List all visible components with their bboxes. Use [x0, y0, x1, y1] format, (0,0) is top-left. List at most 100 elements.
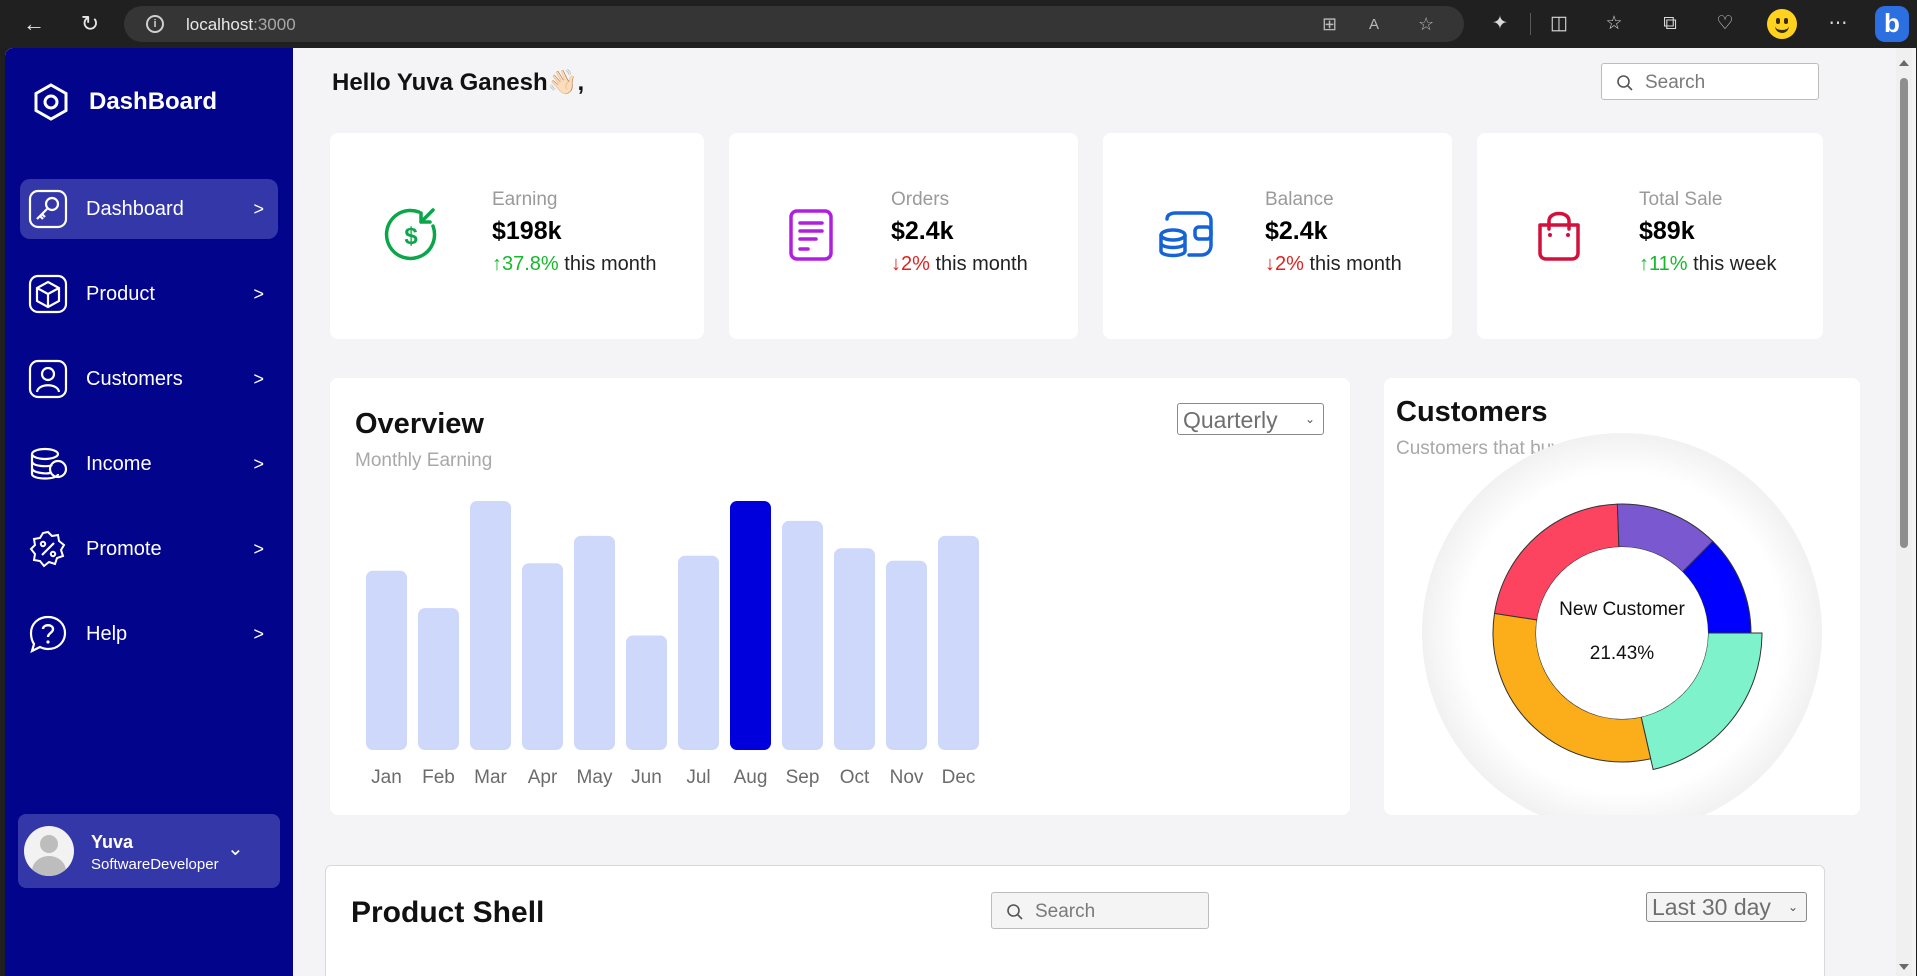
bar-sep[interactable] [782, 520, 823, 750]
stat-delta: ↑11% this week [1639, 253, 1776, 276]
stat-period: this month [1303, 253, 1402, 275]
trend-up-icon: ↑ [1639, 253, 1649, 275]
stat-period: this week [1687, 253, 1777, 275]
greeting-heading: Hello Yuva Ganesh👋🏻, [332, 69, 585, 96]
bar-dec[interactable] [938, 535, 979, 750]
stat-title: Balance [1265, 189, 1334, 210]
monthly-earning-bar-chart: Jan Feb Mar Apr May Jun Jul Aug Sep Oct Nov Dec [366, 501, 979, 788]
back-icon[interactable]: ← [18, 8, 50, 40]
x-tick-label: Mar [474, 767, 507, 788]
collections-icon[interactable]: ⧉ [1656, 10, 1684, 38]
hexagon-logo-icon [34, 83, 68, 121]
favorites-icon[interactable]: ☆ [1600, 10, 1628, 38]
sidebar-item-dashboard[interactable]: Dashboard > [20, 179, 278, 239]
bar-aug[interactable] [730, 501, 771, 750]
donut-center-value: 21.43% [1589, 643, 1655, 664]
reload-icon[interactable]: ↻ [74, 8, 106, 40]
bar-may[interactable] [574, 535, 615, 750]
stat-title: Earning [492, 189, 558, 210]
emoji-smiley-icon[interactable] [1767, 9, 1797, 39]
sidebar-item-label: Customers [86, 367, 183, 390]
scroll-down-icon[interactable] [1899, 964, 1909, 970]
cube-icon [28, 274, 68, 314]
bar-oct[interactable] [834, 548, 875, 750]
bing-copilot-icon[interactable]: b [1875, 6, 1909, 42]
favorite-star-icon[interactable]: ☆ [1418, 14, 1434, 35]
web-page: DashBoard Dashboard > Product > Customer… [5, 48, 1916, 976]
site-info-icon[interactable]: i [146, 15, 164, 33]
svg-text:$: $ [404, 223, 418, 250]
stat-card-earning: $ Earning $198k ↑37.8% this month [330, 133, 704, 339]
x-tick-label: Dec [942, 767, 976, 788]
search-icon [1617, 75, 1633, 91]
x-tick-label: Sep [786, 767, 820, 788]
total-sale-icon-circle [1498, 174, 1620, 296]
date-range-select[interactable]: Last 30 day ⌄ [1646, 892, 1807, 922]
coins-icon [30, 447, 68, 480]
bar-nov[interactable] [886, 560, 927, 750]
product-shell-title: Product Shell [351, 896, 545, 929]
x-tick-label: Jul [686, 767, 710, 788]
scroll-up-icon[interactable] [1899, 60, 1909, 66]
bar-mar[interactable] [470, 501, 511, 750]
x-tick-label: Feb [422, 767, 455, 788]
stat-card-total-sale: Total Sale $89k ↑11% this week [1477, 133, 1823, 339]
stat-period: this month [929, 253, 1028, 275]
bar-jan[interactable] [366, 570, 407, 750]
sidebar-item-label: Income [86, 452, 152, 475]
user-profile-card[interactable]: Yuva SoftwareDeveloper ⌄ [18, 814, 280, 888]
stat-delta: ↓2% this month [891, 253, 1028, 276]
chevron-right-icon: > [253, 283, 264, 304]
browser-toolbar: ← ↻ i localhost:3000 ⊞ A ☆ ✦ ◫ ☆ ⧉ ♡ ⋯ b [0, 0, 1917, 48]
bar-apr[interactable] [522, 563, 563, 750]
bar-jul[interactable] [678, 555, 719, 750]
brand[interactable]: DashBoard [33, 82, 217, 122]
bar-feb[interactable] [418, 608, 459, 750]
product-shell-card: Product Shell Search Last 30 day ⌄ [325, 865, 1825, 976]
toolbar-divider [1530, 13, 1531, 35]
avatar [24, 826, 74, 876]
read-aloud-icon[interactable]: A [1369, 16, 1379, 33]
donut-hole [1536, 547, 1708, 719]
more-menu-icon[interactable]: ⋯ [1824, 10, 1852, 38]
x-tick-label: Aug [734, 767, 768, 788]
sidebar-item-income[interactable]: Income > [20, 434, 278, 494]
sidebar-item-customers[interactable]: Customers > [20, 349, 278, 409]
stat-period: this month [558, 253, 657, 275]
browser-essentials-icon[interactable]: ♡ [1711, 10, 1739, 38]
chevron-right-icon: > [253, 198, 264, 219]
bar-jun[interactable] [626, 635, 667, 750]
dollar-arrow-icon: $ [384, 208, 437, 261]
chevron-down-icon[interactable]: ⌄ [227, 836, 244, 861]
sidebar-item-help[interactable]: Help > [20, 604, 278, 664]
app-available-icon[interactable]: ⊞ [1322, 14, 1337, 35]
x-tick-label: Nov [890, 767, 924, 788]
orders-icon-circle [750, 174, 872, 296]
sidebar: DashBoard Dashboard > Product > Customer… [5, 48, 293, 976]
extensions-icon[interactable]: ✦ [1486, 10, 1514, 38]
customers-donut-chart [1422, 433, 1822, 815]
split-screen-icon[interactable]: ◫ [1545, 10, 1573, 38]
sidebar-item-label: Promote [86, 537, 162, 560]
sidebar-item-promote[interactable]: Promote > [20, 519, 278, 579]
search-input[interactable]: Search [1601, 63, 1819, 100]
product-search-input[interactable]: Search [991, 892, 1209, 929]
date-range-value: Last 30 day [1652, 894, 1771, 920]
trend-down-icon: ↓ [891, 253, 901, 275]
address-bar[interactable]: i localhost:3000 ⊞ A ☆ [124, 6, 1464, 42]
user-icon [28, 359, 68, 399]
stat-value: $2.4k [891, 217, 954, 245]
stat-delta: ↑37.8% this month [492, 253, 657, 276]
stat-change: 11% [1649, 253, 1688, 275]
stat-change: 2% [901, 253, 930, 275]
sidebar-item-label: Product [86, 282, 155, 305]
scrollbar-thumb[interactable] [1900, 78, 1908, 548]
vertical-scrollbar[interactable] [1896, 48, 1912, 976]
discount-badge-icon [29, 530, 66, 568]
balance-icon-circle [1124, 174, 1246, 296]
stat-title: Total Sale [1639, 189, 1723, 210]
sidebar-item-product[interactable]: Product > [20, 264, 278, 324]
x-tick-label: Jan [371, 767, 402, 788]
chevron-right-icon: > [253, 623, 264, 644]
stat-card-orders: Orders $2.4k ↓2% this month [729, 133, 1078, 339]
